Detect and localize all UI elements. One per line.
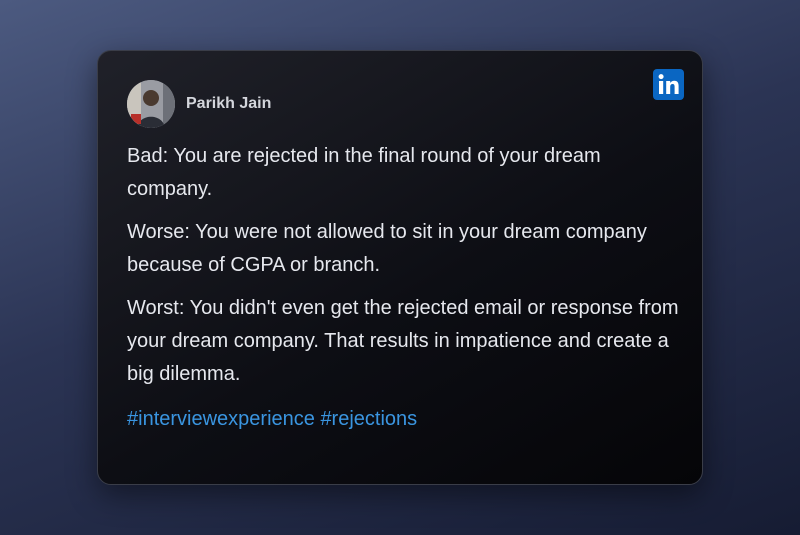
hashtags-link[interactable]: #interviewexperience #rejections: [127, 403, 687, 436]
post-card: Parikh Jain Bad: You are rejected in the…: [97, 50, 703, 485]
post-paragraph-worst: Worst: You didn't even get the rejected …: [127, 297, 679, 385]
post-header: Parikh Jain: [127, 80, 271, 128]
post-paragraph-worse: Worse: You were not allowed to sit in yo…: [127, 221, 647, 276]
linkedin-icon[interactable]: [653, 69, 684, 100]
post-body: Bad: You are rejected in the final round…: [127, 140, 687, 446]
avatar[interactable]: [127, 80, 175, 128]
post-paragraph-bad: Bad: You are rejected in the final round…: [127, 145, 601, 200]
avatar-photo: [127, 80, 175, 128]
author-name[interactable]: Parikh Jain: [186, 95, 271, 113]
